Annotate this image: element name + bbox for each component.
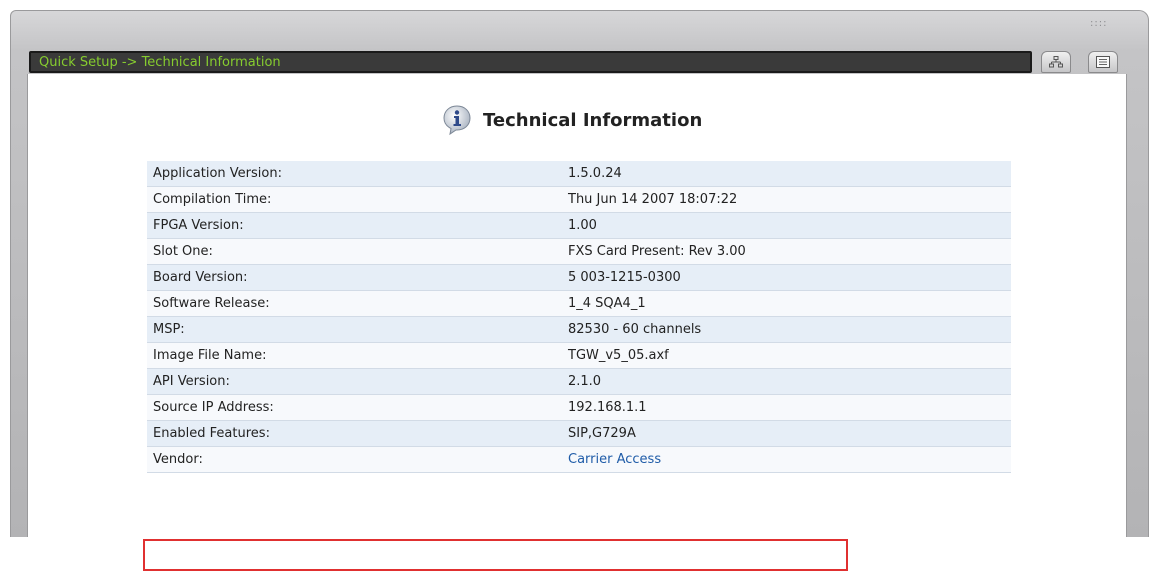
row-label: Vendor: bbox=[147, 446, 562, 473]
row-value-cell: Thu Jun 14 2007 18:07:22 bbox=[562, 186, 1011, 213]
row-label: FPGA Version: bbox=[147, 212, 562, 239]
row-label: Software Release: bbox=[147, 290, 562, 317]
row-value: 1_4 SQA4_1 bbox=[568, 296, 646, 311]
row-label: Enabled Features: bbox=[147, 420, 562, 447]
page-heading: Technical Information bbox=[441, 104, 702, 136]
vendor-link[interactable]: Carrier Access bbox=[568, 452, 661, 467]
row-value-cell: TGW_v5_05.axf bbox=[562, 342, 1011, 369]
document-list-icon bbox=[1096, 56, 1110, 68]
row-label: Application Version: bbox=[147, 161, 562, 187]
row-value-cell: FXS Card Present: Rev 3.00 bbox=[562, 238, 1011, 265]
table-row: FPGA Version: 1.00 bbox=[147, 212, 1011, 239]
row-value-cell: 82530 - 60 channels bbox=[562, 316, 1011, 343]
row-label: Image File Name: bbox=[147, 342, 562, 369]
row-value-cell: 1.00 bbox=[562, 212, 1011, 239]
table-row: Compilation Time: Thu Jun 14 2007 18:07:2… bbox=[147, 186, 1011, 213]
row-value-cell: 2.1.0 bbox=[562, 368, 1011, 395]
row-value: Thu Jun 14 2007 18:07:22 bbox=[568, 192, 738, 207]
table-row: Vendor: Carrier Access bbox=[147, 446, 1011, 473]
row-label: MSP: bbox=[147, 316, 562, 343]
row-label: API Version: bbox=[147, 368, 562, 395]
table-row: Application Version: 1.5.0.24 bbox=[147, 161, 1011, 187]
table-row: Board Version: 5 003-1215-0300 bbox=[147, 264, 1011, 291]
row-value: TGW_v5_05.axf bbox=[568, 348, 669, 363]
table-row: API Version: 2.1.0 bbox=[147, 368, 1011, 395]
page-title: Technical Information bbox=[483, 109, 703, 131]
row-value-cell: 1.5.0.24 bbox=[562, 161, 1011, 187]
technical-info-table: Application Version: 1.5.0.24 Compilation … bbox=[147, 161, 1011, 473]
window-grip-icon[interactable]: :::: bbox=[1090, 18, 1130, 29]
row-label: Compilation Time: bbox=[147, 186, 562, 213]
table-row: Slot One: FXS Card Present: Rev 3.00 bbox=[147, 238, 1011, 265]
highlight-box bbox=[143, 539, 848, 571]
row-value: SIP,G729A bbox=[568, 426, 636, 441]
row-value: 2.1.0 bbox=[568, 374, 602, 389]
row-value: FXS Card Present: Rev 3.00 bbox=[568, 244, 746, 259]
row-value: 5 003-1215-0300 bbox=[568, 270, 681, 285]
table-row: MSP: 82530 - 60 channels bbox=[147, 316, 1011, 343]
table-row: Enabled Features: SIP,G729A bbox=[147, 420, 1011, 447]
row-value: 1.00 bbox=[568, 218, 597, 233]
network-tree-icon bbox=[1049, 56, 1063, 68]
breadcrumb-bar: Quick Setup -> Technical Information bbox=[29, 51, 1032, 73]
row-value-cell: 192.168.1.1 bbox=[562, 394, 1011, 421]
table-row: Source IP Address: 192.168.1.1 bbox=[147, 394, 1011, 421]
row-value-cell: SIP,G729A bbox=[562, 420, 1011, 447]
table-row: Image File Name: TGW_v5_05.axf bbox=[147, 342, 1011, 369]
row-value: 82530 - 60 channels bbox=[568, 322, 702, 337]
network-view-button[interactable] bbox=[1041, 51, 1071, 73]
content-panel: Technical Information Application Versio… bbox=[27, 74, 1127, 571]
info-icon bbox=[443, 105, 471, 136]
row-value-cell: 5 003-1215-0300 bbox=[562, 264, 1011, 291]
row-label: Slot One: bbox=[147, 238, 562, 265]
breadcrumb: Quick Setup -> Technical Information bbox=[39, 55, 281, 70]
row-label: Source IP Address: bbox=[147, 394, 562, 421]
list-view-button[interactable] bbox=[1088, 51, 1118, 73]
table-row: Software Release: 1_4 SQA4_1 bbox=[147, 290, 1011, 317]
row-value-cell: 1_4 SQA4_1 bbox=[562, 290, 1011, 317]
row-label: Board Version: bbox=[147, 264, 562, 291]
row-value: 1.5.0.24 bbox=[568, 166, 622, 181]
row-value: 192.168.1.1 bbox=[568, 400, 647, 415]
row-value-cell: Carrier Access bbox=[562, 446, 1011, 473]
